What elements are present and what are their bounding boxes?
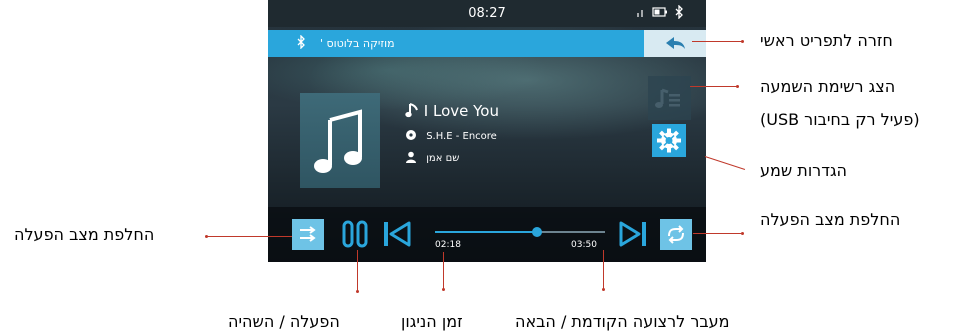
music-note-icon [314, 109, 362, 173]
callout-dot [356, 290, 359, 293]
track-title: I Love You [405, 102, 499, 120]
back-button[interactable] [644, 30, 706, 57]
elapsed-time: 02:18 [435, 240, 461, 250]
album-art [300, 93, 380, 188]
album-text: S.H.E - Encore [426, 131, 497, 142]
callout-dot [442, 288, 445, 291]
artist-text: שם אמן [426, 153, 460, 164]
callout-prev-next: מעבר לרצועה הקודמת / הבאה [515, 312, 730, 331]
callout-sound-settings: הגדרות שמע [760, 161, 847, 180]
media-player-screen: 08:27 מוזיקה בלוטוס ' I Love You S.H.E -… [268, 0, 706, 262]
repeat-button[interactable] [660, 219, 692, 250]
callout-line [603, 250, 604, 290]
callout-line [357, 250, 358, 292]
callout-dot [602, 288, 605, 291]
callout-line [690, 86, 737, 87]
title-bar: מוזיקה בלוטוס ' [268, 30, 706, 57]
callout-show-playlist-note: (פעיל רק בחיבור USB) [760, 110, 920, 129]
source-title: מוזיקה בלוטוס ' [320, 37, 395, 50]
previous-icon [384, 221, 411, 247]
bluetooth-icon [296, 34, 306, 53]
callout-back-to-main: חזרה לתפריט ראשי [760, 31, 893, 50]
callout-line [207, 236, 292, 237]
bluetooth-icon [674, 4, 684, 20]
callout-line [692, 41, 742, 42]
callout-line [704, 156, 746, 170]
next-icon [619, 221, 646, 247]
callout-line [443, 252, 444, 290]
repeat-icon [668, 225, 684, 244]
status-bar: 08:27 [268, 0, 706, 27]
playlist-button[interactable] [648, 76, 691, 120]
callout-play-pause: הפעלה / השהיה [228, 312, 340, 331]
music-note-icon [405, 103, 418, 118]
play-pause-button[interactable] [340, 217, 370, 251]
callout-track-time: זמן הניגון [401, 312, 463, 331]
album-line: S.H.E - Encore [405, 129, 497, 142]
artist-line: שם אמן [405, 151, 459, 164]
track-title-text: I Love You [423, 102, 499, 120]
callout-repeat-mode: החלפת מצב הפעלה [760, 210, 901, 229]
settings-button[interactable] [652, 124, 686, 157]
total-time: 03:50 [571, 240, 597, 250]
callout-dot [741, 232, 744, 235]
shuffle-button[interactable] [292, 219, 324, 250]
vinyl-icon [406, 130, 416, 140]
callout-show-playlist: הצג רשימת השמעה [760, 77, 896, 96]
shuffle-icon [300, 226, 316, 242]
signal-icon [636, 7, 646, 19]
previous-button[interactable] [380, 217, 414, 251]
progress-knob[interactable] [532, 227, 542, 237]
callout-line [693, 233, 741, 234]
back-arrow-icon [666, 37, 685, 49]
battery-icon [652, 7, 668, 19]
person-icon [406, 151, 416, 163]
progress-fill [435, 231, 537, 233]
gear-icon [657, 128, 681, 153]
pause-icon [342, 220, 368, 248]
playlist-icon [655, 88, 680, 108]
next-button[interactable] [616, 217, 650, 251]
callout-shuffle-mode: החלפת מצב הפעלה [14, 225, 155, 244]
